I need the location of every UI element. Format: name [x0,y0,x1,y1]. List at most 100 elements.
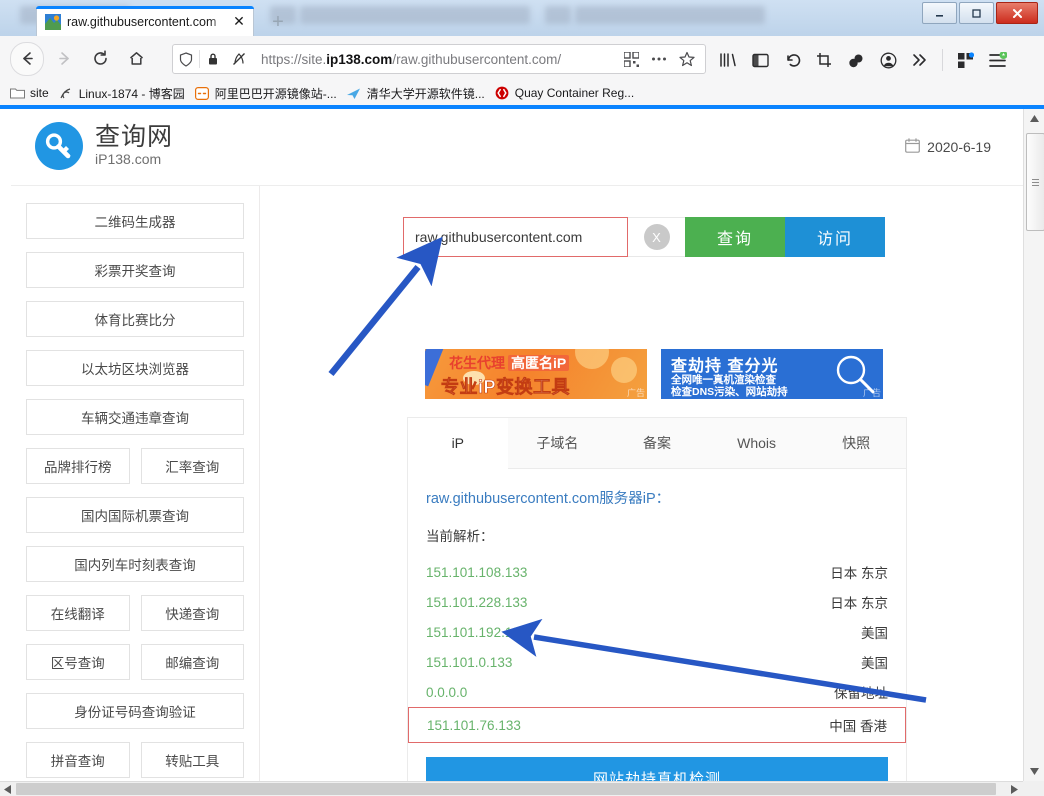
sidebar-item-qrcode[interactable]: 二维码生成器 [26,203,244,239]
ad1-line1-b: 高匿名iP [508,355,569,371]
bookmark-item[interactable]: Quay Container Reg... [494,86,634,100]
sidebar-item-lottery[interactable]: 彩票开奖查询 [26,252,244,288]
library-icon[interactable] [712,44,744,76]
bookmark-item[interactable]: 清华大学开源软件镜... [346,85,485,102]
screenshot-icon[interactable] [808,44,840,76]
reload-icon [92,50,109,67]
ip-row[interactable]: 0.0.0.0 保留地址 [426,677,888,707]
bookmark-label: Quay Container Reg... [515,86,634,100]
sidebar-item-postal-code[interactable]: 邮编查询 [141,644,245,680]
back-button[interactable] [10,42,44,76]
horizontal-scroll-thumb[interactable] [16,783,996,795]
site-logo[interactable]: 查询网 iP138.com [35,122,173,170]
tab-snapshot[interactable]: 快照 [806,418,906,468]
scroll-up-arrow[interactable] [1024,109,1044,128]
visit-button[interactable]: 访问 [785,217,885,257]
ip-address[interactable]: 0.0.0.0 [426,685,467,700]
page-actions-icon[interactable] [645,47,673,71]
query-button[interactable]: 查询 [685,217,785,257]
ad-banner-hijack-check[interactable]: 查劫持 查分光 全网唯一真机渲染检查 检查DNS污染、网站劫持 广告 [661,349,883,399]
ip-address[interactable]: 151.101.228.133 [426,595,527,610]
pocket-icon[interactable] [840,44,872,76]
ip-row[interactable]: 151.101.0.133 美国 [426,647,888,677]
bookmark-item[interactable]: 阿里巴巴开源镜像站-... [194,85,337,102]
extensions-icon[interactable] [949,44,981,76]
overflow-chevron-icon[interactable] [904,44,936,76]
tab-ip[interactable]: iP [408,418,508,469]
qrcode-icon[interactable] [617,47,645,71]
scroll-left-arrow[interactable] [0,782,15,796]
bookmark-star-icon[interactable] [673,47,701,71]
sidebar-item-id-verify[interactable]: 身份证号码查询验证 [26,693,244,729]
sidebar-item-brand-ranking[interactable]: 品牌排行榜 [26,448,130,484]
ip-row[interactable]: 151.101.228.133 日本 东京 [426,587,888,617]
account-icon[interactable] [872,44,904,76]
panel-tab-bar: iP 子域名 备案 Whois 快照 [408,418,906,469]
bookmark-item[interactable]: site [9,86,49,100]
ip-row[interactable]: 151.101.108.133 日本 东京 [426,557,888,587]
sidebar-item-express-tracking[interactable]: 快递查询 [141,595,245,631]
lock-icon[interactable] [200,52,226,66]
new-tab-button[interactable]: + [266,10,290,34]
sidebar-item-exchange-rate[interactable]: 汇率查询 [141,448,245,484]
page-horizontal-scrollbar[interactable] [0,781,1044,796]
ip138-page: 查询网 iP138.com 2020-6-19 二维码生成器 彩票开奖查询 体育… [11,109,1023,781]
sidebar-item-area-code[interactable]: 区号查询 [26,644,130,680]
sidebar-item-flight-ticket[interactable]: 国内国际机票查询 [26,497,244,533]
bookmark-label: site [30,86,49,100]
sidebar-icon[interactable] [744,44,776,76]
ip-row[interactable]: 151.101.192.133 美国 [426,617,888,647]
ip-address[interactable]: 151.101.108.133 [426,565,527,580]
search-input[interactable]: raw.githubusercontent.com [403,217,628,257]
bookmark-label: 阿里巴巴开源镜像站-... [215,85,337,102]
page-vertical-scrollbar[interactable] [1023,109,1044,781]
sidebar-item-traffic-violation[interactable]: 车辆交通违章查询 [26,399,244,435]
tab-title: raw.githubusercontent.com [67,15,229,29]
tracking-protection-off-icon[interactable] [226,52,252,66]
menu-hamburger-icon[interactable] [981,44,1013,76]
scrollbar-corner [1023,781,1044,796]
ip-address[interactable]: 151.101.0.133 [426,655,512,670]
sidebar-item-train-schedule[interactable]: 国内列车时刻表查询 [26,546,244,582]
sidebar-item-eth-explorer[interactable]: 以太坊区块浏览器 [26,350,244,386]
browser-tab[interactable]: raw.githubusercontent.com ✕ [36,6,254,36]
sidebar-item-pinyin[interactable]: 拼音查询 [26,742,130,778]
site-favicon [45,14,61,30]
home-button[interactable] [120,43,152,75]
back-arrow-icon [19,50,36,67]
home-icon [128,50,145,67]
tab-whois[interactable]: Whois [707,418,807,468]
hijack-detect-button[interactable]: 网站劫持真机检测 [426,757,888,781]
tab-icp[interactable]: 备案 [607,418,707,468]
search-row: raw.githubusercontent.com X 查询 访问 [403,217,903,257]
sidebar-item-repost-tool[interactable]: 转贴工具 [141,742,245,778]
scroll-down-arrow[interactable] [1024,762,1044,781]
sidebar-item-online-translate[interactable]: 在线翻译 [26,595,130,631]
clear-input-icon[interactable]: X [644,224,670,250]
site-logo-en: iP138.com [95,151,173,168]
calendar-icon [905,138,920,156]
ad-banner-proxy[interactable]: 花生代理高匿名iP 专业iP变换工具 广告 [425,349,647,399]
ip-row-highlighted[interactable]: 151.101.76.133 中国 香港 [408,707,906,743]
bookmark-item[interactable]: Linux-1874 - 博客园 [58,85,185,102]
bookmark-favicon [346,86,362,100]
sidebar-item-sports-score[interactable]: 体育比赛比分 [26,301,244,337]
ip-address[interactable]: 151.101.192.133 [426,625,527,640]
reload-button[interactable] [84,43,116,75]
url-text[interactable]: https://site.ip138.com/raw.githubusercon… [252,52,617,67]
ip-address[interactable]: 151.101.76.133 [427,718,521,733]
shield-icon[interactable] [173,52,199,67]
main-content: raw.githubusercontent.com X 查询 访问 花生代理高匿… [260,186,1023,781]
forward-button[interactable] [48,43,80,75]
ad1-line1-a: 花生代理 [449,355,505,371]
address-bar[interactable]: https://site.ip138.com/raw.githubusercon… [172,44,706,74]
tab-close-icon[interactable]: ✕ [229,12,249,32]
tab-subdomain[interactable]: 子域名 [508,418,608,468]
bookmark-label: 清华大学开源软件镜... [367,85,485,102]
vertical-scroll-thumb[interactable] [1026,133,1044,231]
panel-body: raw.githubusercontent.com服务器iP： 当前解析： 15… [408,469,906,781]
scroll-right-arrow[interactable] [1007,782,1022,796]
scroll-grip-icon [1032,179,1039,186]
undo-close-tab-icon[interactable] [776,44,808,76]
result-title: raw.githubusercontent.com服务器iP： [426,487,888,508]
